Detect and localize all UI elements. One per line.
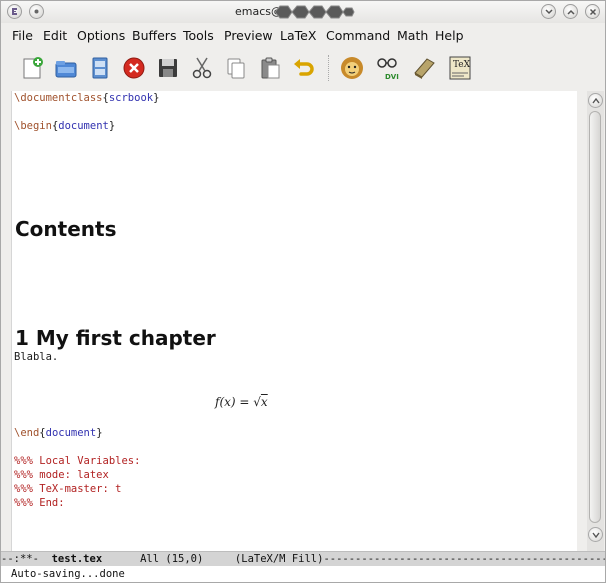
hostname-redaction-icon bbox=[274, 5, 355, 19]
open-file-button[interactable] bbox=[49, 51, 83, 85]
menu-edit[interactable]: Edit bbox=[43, 28, 67, 43]
vertical-scrollbar[interactable] bbox=[587, 91, 604, 551]
title-bar: emacs@ bbox=[1, 1, 605, 23]
menu-options[interactable]: Options bbox=[77, 28, 125, 43]
glasses-icon: DVI bbox=[377, 58, 399, 81]
lion-icon bbox=[341, 57, 363, 79]
mode-line[interactable]: --:**- test.tex All (15,0) (LaTeX/M Fill… bbox=[1, 551, 605, 566]
scroll-down-button[interactable] bbox=[588, 527, 603, 542]
svg-text:DVI: DVI bbox=[385, 73, 399, 81]
body-text: Blabla. bbox=[14, 351, 59, 363]
toolbar-separator bbox=[328, 55, 330, 81]
buffer-position: All (15,0) bbox=[140, 553, 204, 565]
echo-area: Auto-saving...done bbox=[1, 566, 605, 582]
math-formula: f(x) = √x bbox=[215, 395, 268, 409]
close-circle-icon bbox=[123, 57, 145, 79]
menu-latex[interactable]: LaTeX bbox=[280, 28, 316, 43]
end-local-variables-line: %%% End: bbox=[14, 497, 65, 509]
window-menu-icon[interactable] bbox=[7, 4, 22, 19]
undo-icon bbox=[294, 59, 314, 76]
folder-icon bbox=[55, 61, 77, 78]
svg-text:TeX: TeX bbox=[453, 60, 471, 70]
toolbar: DVI TeX bbox=[1, 47, 605, 91]
undo-button[interactable] bbox=[287, 51, 321, 85]
cut-button[interactable] bbox=[185, 51, 219, 85]
menu-buffers[interactable]: Buffers bbox=[132, 28, 176, 43]
mode-line-comment: %%% mode: latex bbox=[14, 469, 109, 481]
chapter-heading: 1 My first chapter bbox=[15, 326, 216, 350]
new-file-button[interactable] bbox=[15, 51, 49, 85]
contents-heading: Contents bbox=[15, 217, 117, 241]
run-latex-button[interactable] bbox=[335, 51, 369, 85]
menu-preview[interactable]: Preview bbox=[224, 28, 273, 43]
menu-file[interactable]: File bbox=[12, 28, 33, 43]
major-mode[interactable]: (LaTeX/M Fill) bbox=[235, 553, 324, 565]
scrollbar-thumb[interactable] bbox=[589, 111, 601, 523]
chevron-down-icon bbox=[591, 532, 600, 538]
documentclass-line: \documentclass{scrbook} bbox=[14, 92, 160, 104]
copy-icon bbox=[227, 58, 245, 79]
local-variables-line: %%% Local Variables: bbox=[14, 455, 141, 467]
paste-icon bbox=[261, 57, 280, 79]
cabinet-icon bbox=[92, 57, 108, 79]
book-icon bbox=[414, 58, 435, 79]
end-document-line: \end{document} bbox=[14, 427, 103, 439]
scissors-icon bbox=[192, 57, 212, 79]
buffer-name[interactable]: test.tex bbox=[52, 553, 103, 565]
maximize-button[interactable] bbox=[563, 4, 578, 19]
tex-master-line: %%% TeX-master: t bbox=[14, 483, 122, 495]
close-button[interactable] bbox=[585, 4, 600, 19]
bibtex-button[interactable] bbox=[407, 51, 441, 85]
minimize-button[interactable] bbox=[541, 4, 556, 19]
tex-document-icon: TeX bbox=[449, 56, 471, 80]
menu-bar: File Edit Options Buffers Tools Preview … bbox=[1, 23, 605, 47]
tex-button[interactable]: TeX bbox=[443, 51, 477, 85]
chevron-up-icon bbox=[591, 97, 600, 103]
close-buffer-button[interactable] bbox=[117, 51, 151, 85]
menu-math[interactable]: Math bbox=[397, 28, 428, 43]
view-dvi-button[interactable]: DVI bbox=[371, 51, 405, 85]
begin-document-line: \begin{document} bbox=[14, 120, 116, 132]
open-directory-button[interactable] bbox=[83, 51, 117, 85]
menu-command[interactable]: Command bbox=[326, 28, 390, 43]
copy-button[interactable] bbox=[219, 51, 253, 85]
new-file-icon bbox=[23, 57, 43, 79]
scroll-up-button[interactable] bbox=[588, 93, 603, 108]
paste-button[interactable] bbox=[253, 51, 287, 85]
save-button[interactable] bbox=[151, 51, 185, 85]
menu-tools[interactable]: Tools bbox=[183, 28, 214, 43]
pin-icon[interactable] bbox=[29, 4, 44, 19]
emacs-window: emacs@ File Edit Options Buffers Tools P… bbox=[0, 0, 606, 583]
menu-help[interactable]: Help bbox=[435, 28, 464, 43]
editor-buffer[interactable]: \documentclass{scrbook} \begin{document}… bbox=[11, 91, 577, 551]
save-icon bbox=[159, 59, 177, 77]
